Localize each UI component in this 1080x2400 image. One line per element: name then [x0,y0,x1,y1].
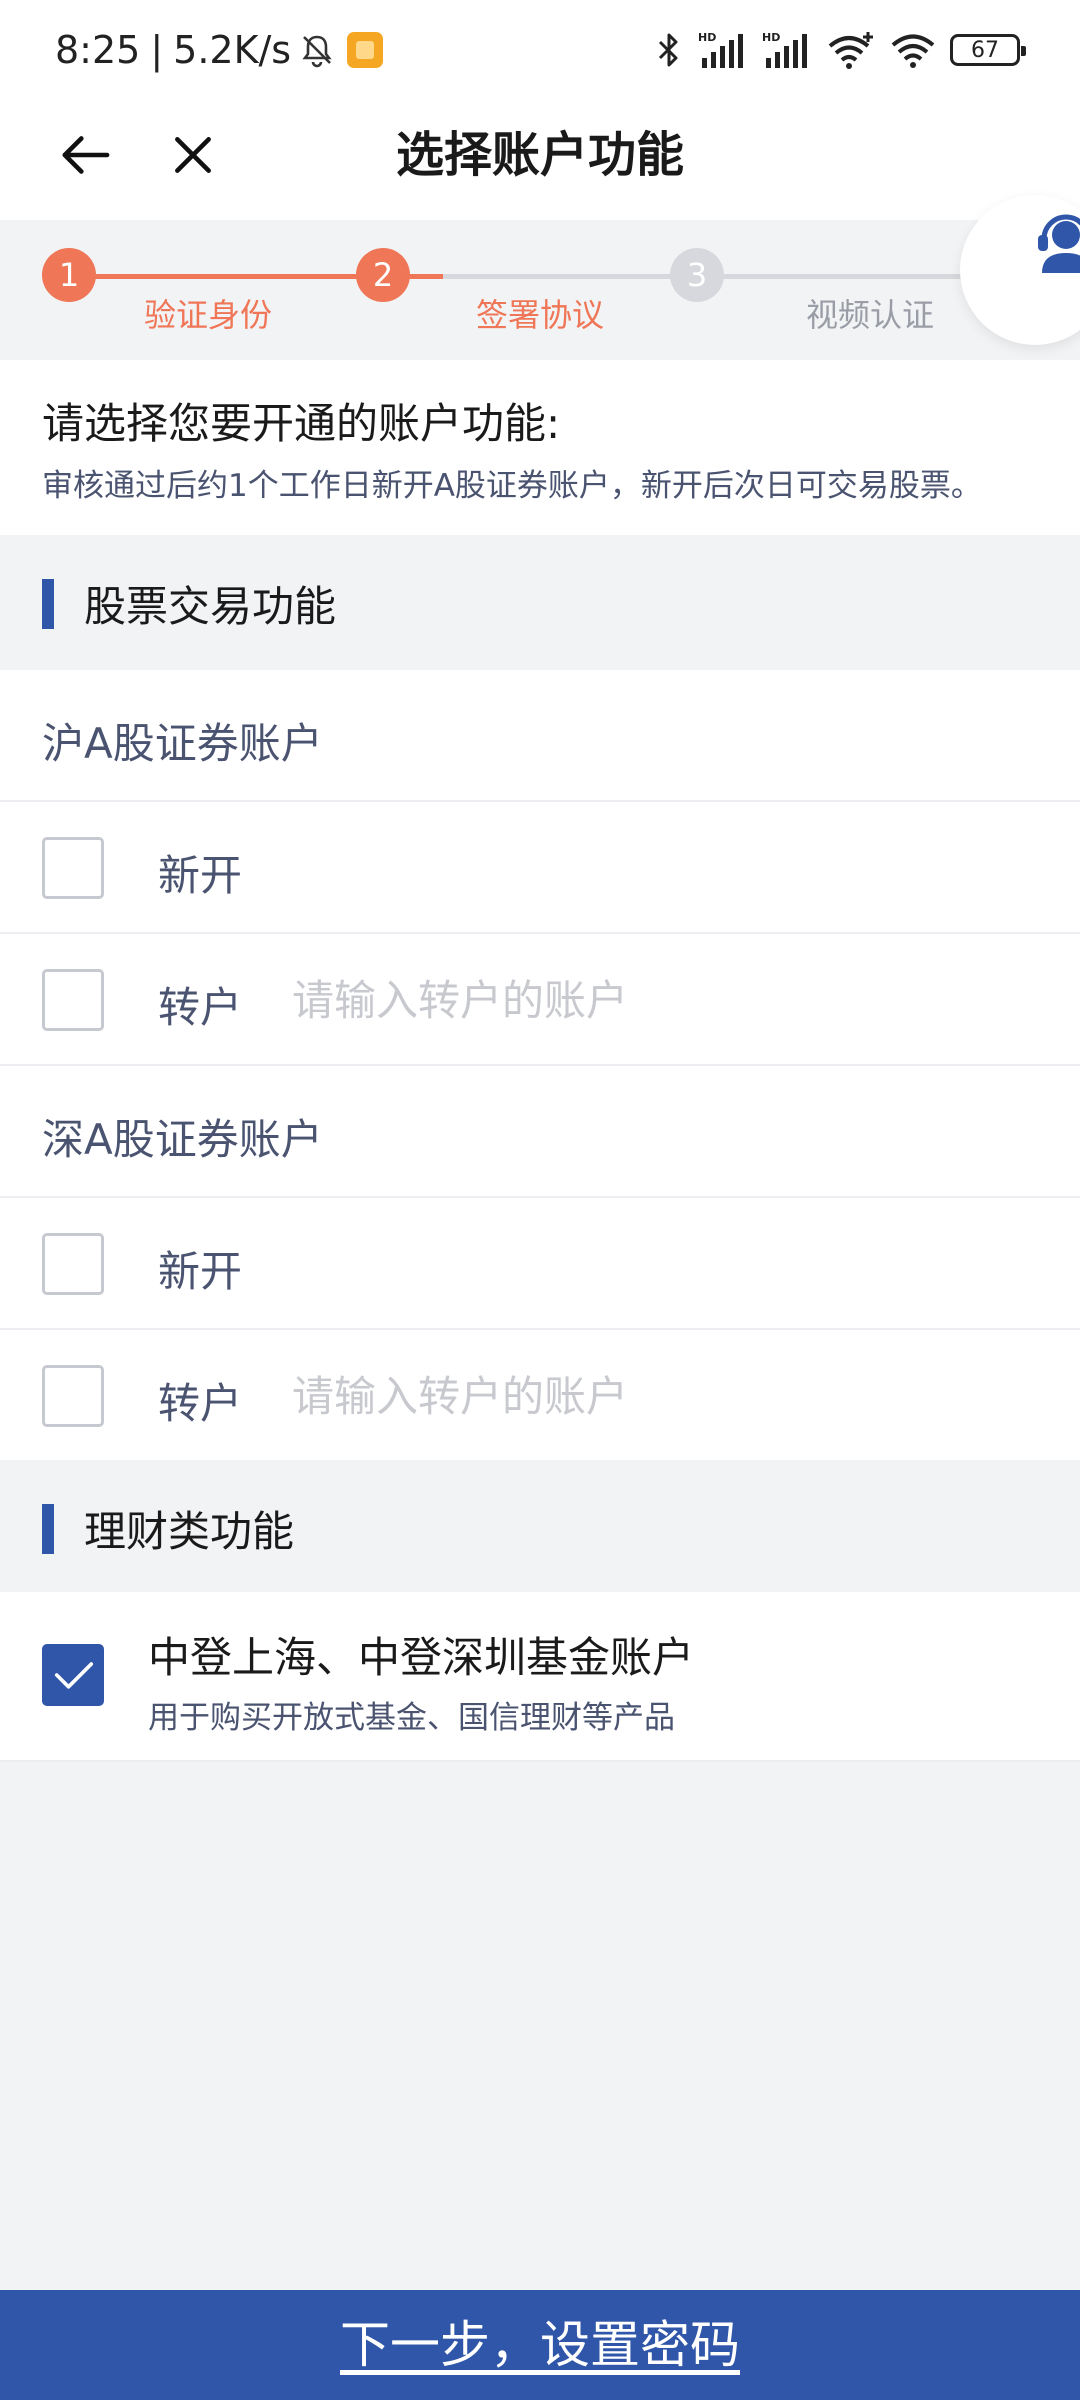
checkmark-icon [54,1662,94,1689]
step-2-dot: 2 [356,248,410,302]
sh-new-checkbox[interactable] [42,837,104,899]
step-line-done [68,274,383,279]
sz-new-label: 新开 [158,1247,243,1296]
nav-bar: 选择账户功能 [0,95,1080,220]
fund-account-checkbox[interactable] [42,1644,104,1706]
sh-account-row: 沪A股证券账户 [0,670,1080,802]
sh-transfer-checkbox[interactable] [42,969,104,1031]
sz-new-checkbox[interactable] [42,1233,104,1295]
sh-new-option[interactable]: 新开 [0,802,1080,934]
customer-service-icon [1038,214,1080,273]
app-notification-icon [347,32,384,68]
signal-hd-icon: HD [762,31,807,68]
sz-account-row: 深A股证券账户 [0,1066,1080,1198]
sh-transfer-option: 转户 [0,934,1080,1066]
step-3-label: 视频认证 [805,296,934,334]
fund-account-title: 中登上海、中登深圳基金账户 [148,1633,695,1682]
status-bar: 8:25 | 5.2K/s HD HD 67 [0,0,1080,95]
intro-subtitle: 审核通过后约1个工作日新开A股证券账户，新开后次日可交易股票。 [42,468,982,504]
section-header-wealth: 理财类功能 [0,1460,1080,1592]
bell-muted-icon [302,35,332,68]
status-right: HD HD 67 [654,22,1026,78]
sh-new-label: 新开 [158,851,243,900]
section-accent-bar [42,1504,54,1554]
section-title-wealth: 理财类功能 [84,1507,295,1556]
step-3-dot: 3 [670,248,724,302]
wifi-icon [891,34,935,68]
status-net-speed: 5.2K/s [173,28,292,72]
sh-account-title: 沪A股证券账户 [42,719,323,768]
wifi-plus-icon [828,32,873,69]
progress-stepper: 1 验证身份 2 签署协议 3 视频认证 [0,195,1080,360]
sz-account-title: 深A股证券账户 [42,1115,323,1164]
section-title-stock: 股票交易功能 [84,582,337,631]
step-line-pending [443,274,1008,279]
svg-text:HD: HD [698,31,716,44]
fund-account-option[interactable]: 中登上海、中登深圳基金账户 用于购买开放式基金、国信理财等产品 [0,1592,1080,1762]
intro-panel: 请选择您要开通的账户功能: 审核通过后约1个工作日新开A股证券账户，新开后次日可… [0,360,1080,535]
sz-transfer-account-input[interactable] [292,1366,1012,1426]
status-left: 8:25 | 5.2K/s [55,20,384,80]
signal-hd-icon: HD [698,31,743,68]
next-step-button[interactable]: 下一步，设置密码 [0,2290,1080,2400]
intro-title: 请选择您要开通的账户功能: [42,399,561,448]
svg-text:HD: HD [762,31,780,44]
battery-icon: 67 [950,34,1026,66]
step-1-label: 验证身份 [143,296,272,334]
section-accent-bar [42,579,54,629]
status-separator: | [150,28,164,72]
bluetooth-icon [658,33,678,67]
sh-transfer-label: 转户 [158,983,243,1032]
page-title: 选择账户功能 [395,127,684,183]
sz-transfer-option: 转户 [0,1330,1080,1462]
status-time: 8:25 [55,28,141,72]
next-step-label: 下一步，设置密码 [340,2316,740,2374]
section-header-stock: 股票交易功能 [0,535,1080,670]
step-2-label: 签署协议 [475,296,604,334]
sz-transfer-label: 转户 [158,1379,243,1428]
sh-transfer-account-input[interactable] [292,970,1012,1030]
fund-account-subtitle: 用于购买开放式基金、国信理财等产品 [148,1700,675,1736]
battery-level: 67 [971,37,999,63]
sz-new-option[interactable]: 新开 [0,1198,1080,1330]
sz-transfer-checkbox[interactable] [42,1365,104,1427]
step-1-dot: 1 [42,248,96,302]
